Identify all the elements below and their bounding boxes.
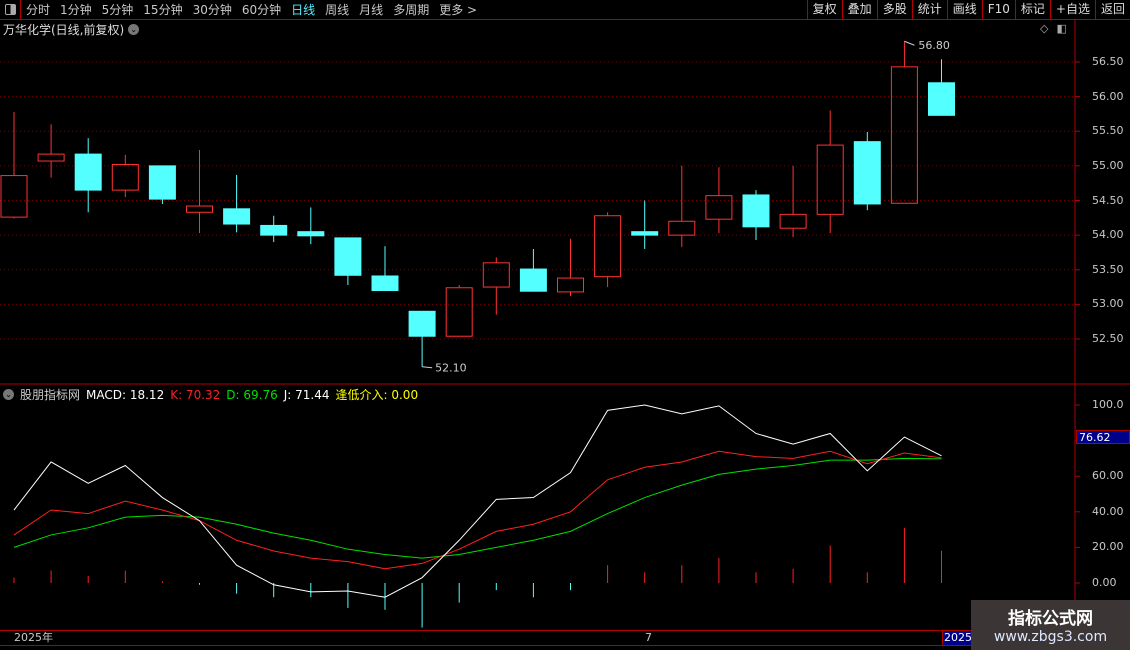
candle-body xyxy=(853,141,881,205)
candle-body xyxy=(260,224,288,236)
candle-body xyxy=(594,215,622,278)
candle-body xyxy=(519,268,547,292)
price-tick: 53.50 xyxy=(1092,262,1124,276)
price-tick: 55.00 xyxy=(1092,158,1124,172)
k-value: K: 70.32 xyxy=(170,387,221,402)
indicator-name: 股朋指标网 xyxy=(20,388,81,402)
candle-body xyxy=(928,82,955,116)
date-mid: 7 xyxy=(645,631,652,644)
price-tick: 55.50 xyxy=(1092,124,1124,138)
watermark-title: 指标公式网 xyxy=(1008,609,1093,629)
candle-body xyxy=(37,153,65,162)
candle-body xyxy=(74,153,102,191)
candle-body xyxy=(779,213,807,229)
j-line xyxy=(13,404,942,598)
candle-body xyxy=(0,175,28,218)
j-value: J: 71.44 xyxy=(283,387,330,402)
indicator-tick: 40.00 xyxy=(1092,504,1124,518)
candle-body xyxy=(482,262,510,288)
d-value: D: 69.76 xyxy=(226,387,278,402)
indicator-tick: 60.00 xyxy=(1092,469,1124,483)
chart-canvas[interactable]: 56.80 52.10 xyxy=(0,0,1130,650)
indicator-tick: 0.00 xyxy=(1092,576,1117,589)
high-pointer xyxy=(904,40,915,46)
low-label: 52.10 xyxy=(435,362,467,375)
date-start: 2025年 xyxy=(14,631,53,644)
candle-body xyxy=(186,205,213,213)
candle-body xyxy=(408,310,436,337)
candle-body xyxy=(223,208,251,225)
candle-body xyxy=(816,144,844,215)
candle-body xyxy=(557,277,584,293)
candle-body xyxy=(631,231,659,236)
price-tick: 53.00 xyxy=(1092,297,1124,311)
candle-body xyxy=(297,231,325,237)
candle-body xyxy=(705,195,733,220)
price-tick: 56.00 xyxy=(1092,89,1124,103)
candle-body xyxy=(742,194,770,228)
high-label: 56.80 xyxy=(918,39,950,52)
indicator-tick: 20.00 xyxy=(1092,540,1124,554)
price-tick: 56.50 xyxy=(1092,55,1124,68)
candle-body xyxy=(111,163,139,191)
candle-body xyxy=(668,220,696,236)
candle-body xyxy=(371,275,399,292)
macd-value: MACD: 18.12 xyxy=(86,387,165,402)
date-end: 2025 xyxy=(942,630,974,646)
price-tick: 54.50 xyxy=(1092,193,1124,207)
chevron-down-icon[interactable]: ⌄ xyxy=(3,389,14,400)
date-axis: 2025年 7 2025 xyxy=(0,630,1075,646)
candle-body xyxy=(445,287,473,337)
candle-body xyxy=(148,165,176,200)
price-tick: 52.50 xyxy=(1092,332,1124,345)
indicator-header: ⌄ 股朋指标网 MACD: 18.12 K: 70.32 D: 69.76 J:… xyxy=(3,386,418,403)
low-pointer xyxy=(422,366,433,369)
price-tick: 54.00 xyxy=(1092,228,1124,242)
candle-body xyxy=(334,237,362,276)
current-value-marker: 76.62 xyxy=(1076,430,1130,444)
indicator-tick: 100.0 xyxy=(1092,398,1124,411)
signal-value: 逢低介入: 0.00 xyxy=(335,388,419,402)
candle-body xyxy=(890,66,918,204)
watermark: 指标公式网 www.zbgs3.com xyxy=(971,600,1130,650)
watermark-url: www.zbgs3.com xyxy=(993,629,1108,645)
